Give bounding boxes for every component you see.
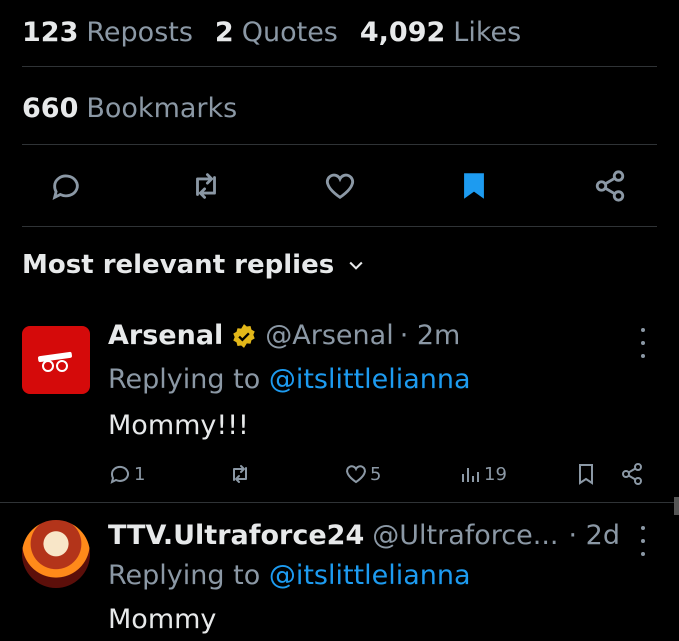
bookmarks-stat[interactable]: 660 Bookmarks <box>22 90 259 126</box>
views-count: 19 <box>484 463 507 485</box>
like-icon[interactable] <box>320 166 360 206</box>
more-options-icon[interactable] <box>637 526 649 556</box>
bookmark-icon <box>579 464 593 485</box>
reposts-stat[interactable]: 123 Reposts <box>22 17 193 48</box>
likes-count: 4,092 <box>359 16 446 48</box>
avatar[interactable] <box>22 520 90 588</box>
reply-text: Mommy <box>108 604 217 635</box>
divider <box>0 502 679 503</box>
share-icon <box>622 463 642 485</box>
reposts-count: 123 <box>22 16 79 48</box>
likes-stat[interactable]: 4,092 Likes <box>360 17 521 48</box>
reply-author-name[interactable]: Arsenal <box>108 320 223 351</box>
reposts-label: Reposts <box>86 16 193 48</box>
replying-to-label: Replying to <box>108 560 261 591</box>
cannon-icon <box>38 351 72 372</box>
engagement-stats: 123 Reposts 2 Quotes 4,092 Likes <box>22 14 543 50</box>
reply-text: Mommy!!! <box>108 410 249 441</box>
replying-to: Replying to @itslittlelianna <box>108 560 471 591</box>
reply-count: 1 <box>134 463 146 485</box>
reply-sort-label: Most relevant replies <box>22 250 335 280</box>
reply-timestamp[interactable]: · 2d <box>568 520 619 551</box>
more-options-icon[interactable] <box>637 328 649 358</box>
share-action[interactable] <box>620 462 646 486</box>
reply-author-handle[interactable]: @Arsenal <box>265 320 393 351</box>
replying-to-link[interactable]: @itslittlelianna <box>269 560 471 591</box>
like-icon <box>346 465 366 484</box>
quotes-stat[interactable]: 2 Quotes <box>215 17 338 48</box>
bookmark-filled-icon[interactable] <box>454 166 494 206</box>
reply-icon <box>110 465 129 484</box>
divider <box>22 226 657 227</box>
replying-to: Replying to @itslittlelianna <box>108 364 471 395</box>
divider <box>22 144 657 145</box>
avatar[interactable] <box>22 326 90 394</box>
replying-to-label: Replying to <box>108 364 261 395</box>
reply-timestamp[interactable]: · 2m <box>400 320 461 351</box>
quotes-count: 2 <box>214 16 234 48</box>
reply-author-handle[interactable]: @Ultraforce... <box>372 520 558 551</box>
replying-to-link[interactable]: @itslittlelianna <box>269 364 471 395</box>
chevron-down-icon <box>349 261 363 270</box>
repost-action[interactable] <box>228 462 254 486</box>
reply-author-name[interactable]: TTV.Ultraforce24 <box>108 520 364 551</box>
reply-icon[interactable] <box>46 166 86 206</box>
quotes-label: Quotes <box>241 16 338 48</box>
verified-badge-icon <box>233 323 256 348</box>
like-count: 5 <box>370 463 382 485</box>
scrollbar[interactable] <box>674 497 679 515</box>
bookmarks-count: 660 <box>22 92 79 124</box>
share-icon[interactable] <box>590 166 630 206</box>
likes-label: Likes <box>453 16 522 48</box>
views-icon <box>462 468 479 482</box>
repost-icon <box>233 465 247 483</box>
views-action[interactable]: 19 <box>458 462 507 486</box>
reply-action[interactable]: 1 <box>108 462 145 486</box>
repost-icon[interactable] <box>186 166 226 206</box>
like-action[interactable]: 5 <box>344 462 381 486</box>
divider <box>22 66 657 67</box>
bookmarks-label: Bookmarks <box>86 92 238 124</box>
post-action-bar <box>0 162 679 212</box>
bookmark-action[interactable] <box>574 462 600 486</box>
reply-sort-dropdown[interactable]: Most relevant replies <box>22 250 366 280</box>
